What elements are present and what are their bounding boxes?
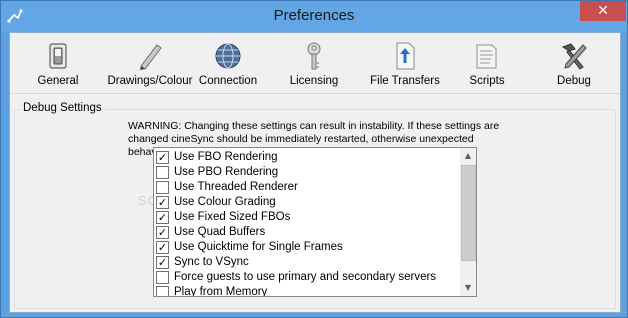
preferences-toolbar: General Drawings/Colour Connection Licen… bbox=[10, 33, 620, 93]
tab-file-transfers[interactable]: File Transfers bbox=[364, 37, 446, 91]
scroll-thumb[interactable] bbox=[461, 165, 476, 261]
option-label: Use Threaded Renderer bbox=[174, 181, 298, 193]
tab-debug[interactable]: Debug bbox=[546, 37, 602, 91]
tab-file-transfers-label: File Transfers bbox=[370, 75, 440, 87]
option-label: Use Quad Buffers bbox=[174, 226, 266, 238]
option-use-colour-grading[interactable]: ✓ Use Colour Grading bbox=[156, 195, 460, 210]
option-label: Force guests to use primary and secondar… bbox=[174, 271, 437, 283]
debug-settings-label: Debug Settings bbox=[20, 102, 105, 114]
option-sync-to-vsync[interactable]: ✓ Sync to VSync bbox=[156, 255, 460, 270]
scripts-icon bbox=[476, 44, 497, 69]
title-bar[interactable]: Preferences ✕ bbox=[1, 1, 627, 32]
option-checkbox[interactable] bbox=[156, 286, 169, 296]
toolbar-divider bbox=[10, 93, 620, 94]
option-use-quicktime-single-frames[interactable]: ✓ Use Quicktime for Single Frames bbox=[156, 240, 460, 255]
tab-licensing-label: Licensing bbox=[289, 75, 339, 87]
option-label: Use Fixed Sized FBOs bbox=[174, 211, 291, 223]
tab-connection[interactable]: Connection bbox=[196, 37, 260, 91]
pencil-icon bbox=[140, 44, 162, 70]
file-upload-icon bbox=[396, 42, 415, 70]
option-play-from-memory[interactable]: Play from Memory bbox=[156, 285, 460, 297]
option-label: Play from Memory bbox=[174, 286, 268, 297]
option-checkbox[interactable]: ✓ bbox=[156, 196, 169, 209]
tab-drawings-colour-label: Drawings/Colour bbox=[107, 75, 193, 87]
option-label: Use PBO Rendering bbox=[174, 166, 279, 178]
tab-debug-label: Debug bbox=[557, 75, 591, 87]
option-label: Use FBO Rendering bbox=[174, 151, 278, 163]
option-use-fbo-rendering[interactable]: ✓ Use FBO Rendering bbox=[156, 150, 460, 165]
tab-general-label: General bbox=[37, 75, 79, 87]
option-use-threaded-renderer[interactable]: Use Threaded Renderer bbox=[156, 180, 460, 195]
client-area: General Drawings/Colour Connection Licen… bbox=[9, 32, 621, 313]
option-use-pbo-rendering[interactable]: Use PBO Rendering bbox=[156, 165, 460, 180]
option-force-guests-servers[interactable]: Force guests to use primary and secondar… bbox=[156, 270, 460, 285]
preferences-window: Preferences ✕ General Drawings/Colour Co… bbox=[0, 0, 628, 318]
switch-icon bbox=[49, 43, 67, 69]
key-icon bbox=[307, 42, 321, 70]
option-label: Use Quicktime for Single Frames bbox=[174, 241, 343, 253]
option-checkbox[interactable]: ✓ bbox=[156, 151, 169, 164]
window-title: Preferences bbox=[273, 7, 355, 24]
option-checkbox[interactable]: ✓ bbox=[156, 226, 169, 239]
scroll-down-icon[interactable]: ▼ bbox=[460, 280, 476, 296]
tab-licensing[interactable]: Licensing bbox=[284, 37, 344, 91]
option-label: Use Colour Grading bbox=[174, 196, 276, 208]
tools-icon bbox=[561, 43, 587, 70]
option-checkbox[interactable]: ✓ bbox=[156, 211, 169, 224]
option-label: Sync to VSync bbox=[174, 256, 249, 268]
option-checkbox[interactable]: ✓ bbox=[156, 256, 169, 269]
close-button[interactable]: ✕ bbox=[580, 1, 626, 21]
tab-general[interactable]: General bbox=[32, 37, 84, 91]
option-checkbox[interactable] bbox=[156, 166, 169, 179]
tab-connection-label: Connection bbox=[198, 75, 258, 87]
option-checkbox[interactable] bbox=[156, 181, 169, 194]
tab-drawings-colour[interactable]: Drawings/Colour bbox=[100, 37, 200, 91]
vertical-scrollbar[interactable]: ▲ ▼ bbox=[460, 148, 476, 296]
option-checkbox[interactable] bbox=[156, 271, 169, 284]
option-checkbox[interactable]: ✓ bbox=[156, 241, 169, 254]
option-use-fixed-sized-fbos[interactable]: ✓ Use Fixed Sized FBOs bbox=[156, 210, 460, 225]
debug-options-list[interactable]: ✓ Use FBO Rendering Use PBO Rendering Us… bbox=[153, 147, 477, 297]
tab-scripts[interactable]: Scripts bbox=[460, 37, 514, 91]
option-use-quad-buffers[interactable]: ✓ Use Quad Buffers bbox=[156, 225, 460, 240]
globe-icon bbox=[215, 43, 241, 69]
scroll-up-icon[interactable]: ▲ bbox=[460, 148, 476, 164]
tab-scripts-label: Scripts bbox=[469, 75, 505, 87]
